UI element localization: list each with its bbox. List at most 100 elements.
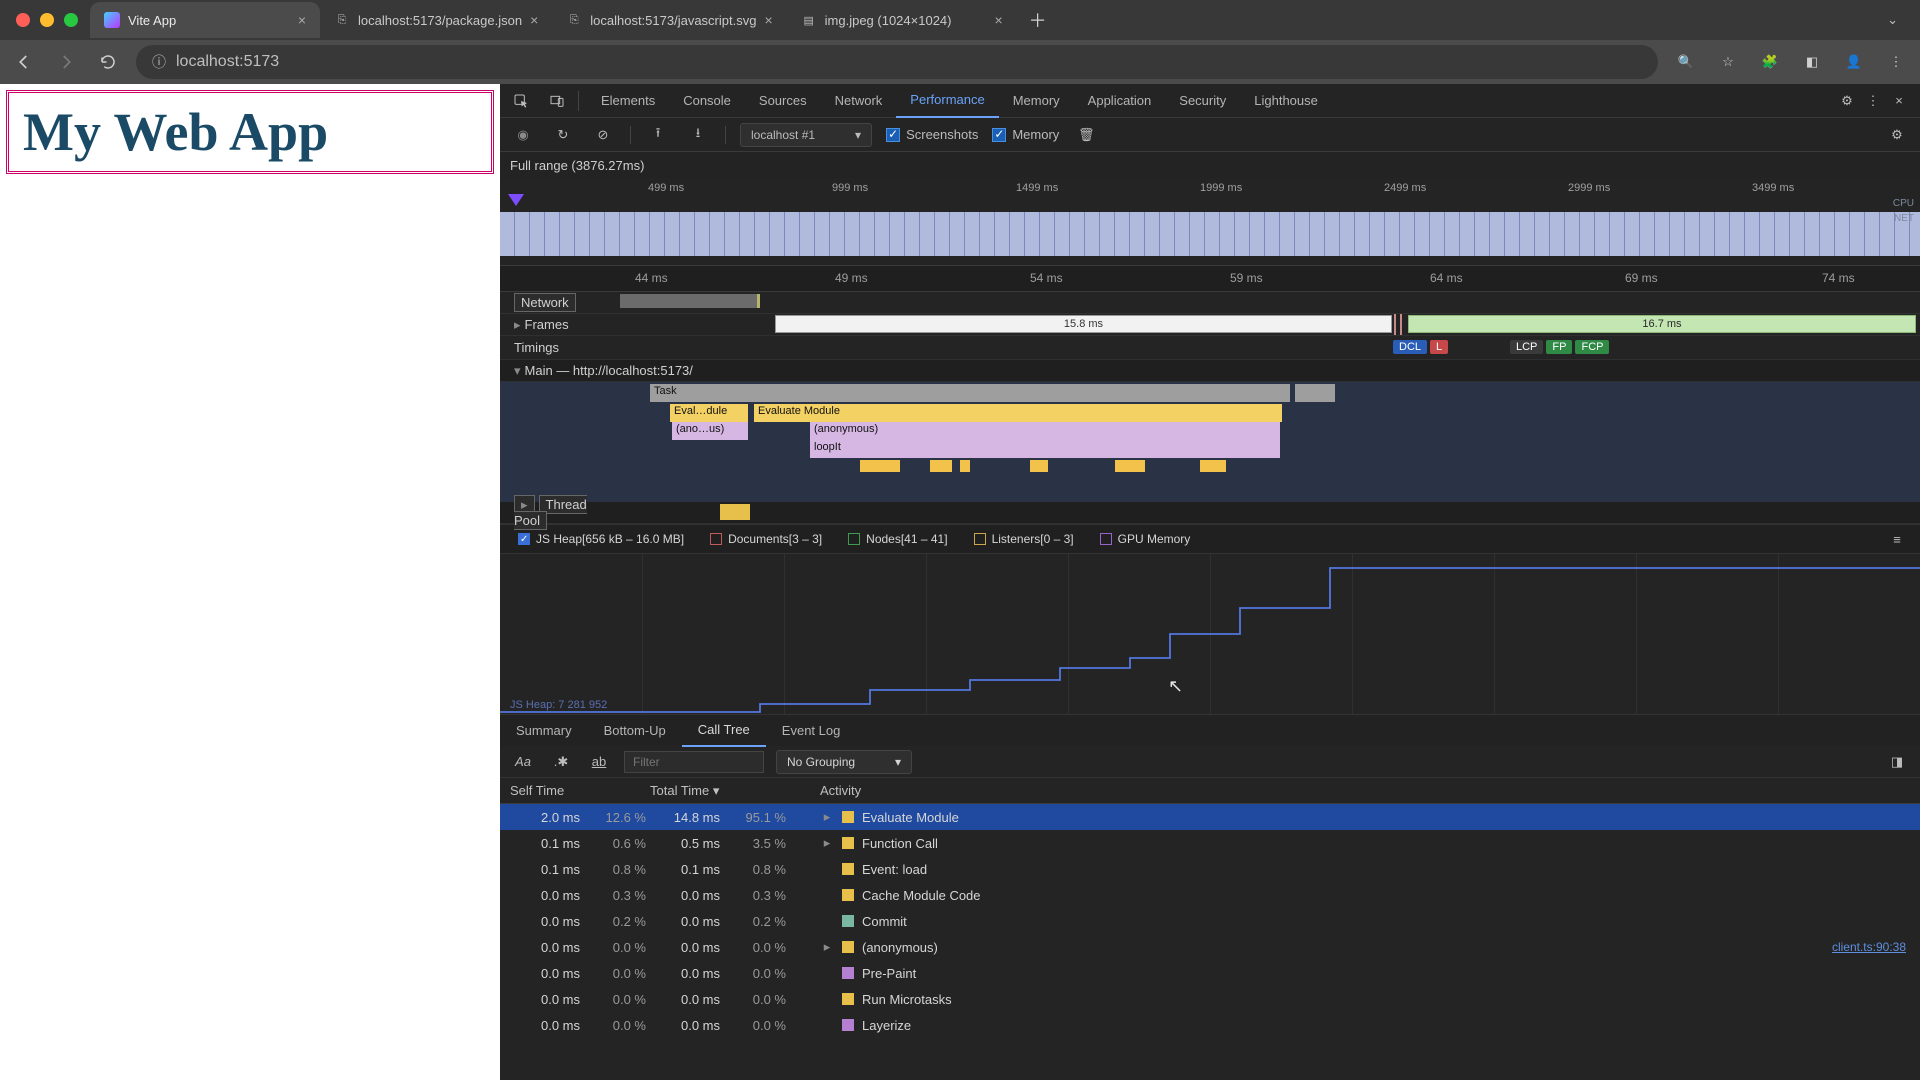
main-thread-header[interactable]: ▾Main — http://localhost:5173/ <box>500 360 1920 382</box>
regex-icon[interactable]: .✱ <box>548 749 574 775</box>
overview-selection-marker[interactable] <box>508 194 524 206</box>
browser-tab[interactable]: ⎘ localhost:5173/package.json × <box>320 2 552 38</box>
devtools-tab-console[interactable]: Console <box>669 84 745 118</box>
perf-settings-icon[interactable]: ⚙ <box>1884 122 1910 148</box>
devtools-tab-application[interactable]: Application <box>1074 84 1166 118</box>
forward-button[interactable] <box>52 48 80 76</box>
timeline-overview[interactable]: 499 ms 999 ms 1499 ms 1999 ms 2499 ms 29… <box>500 178 1920 266</box>
timings-track[interactable]: Timings DCLL LCPFPFCP <box>500 336 1920 360</box>
profile-icon[interactable]: 👤 <box>1840 48 1868 76</box>
expand-arrow-icon[interactable]: ▸ <box>820 835 834 851</box>
timing-badge-l[interactable]: L <box>1430 340 1448 354</box>
maximize-window-button[interactable] <box>64 13 78 27</box>
flame-chart-area[interactable]: Network ▸Frames 15.8 ms 16.7 ms Timings … <box>500 292 1920 524</box>
detail-tab-call-tree[interactable]: Call Tree <box>682 715 766 747</box>
devtools-tab-network[interactable]: Network <box>821 84 897 118</box>
legend-nodes[interactable]: Nodes[41 – 41] <box>840 530 955 548</box>
table-row[interactable]: 0.0 ms0.2 %0.0 ms0.2 %Commit <box>500 908 1920 934</box>
devtools-tab-security[interactable]: Security <box>1165 84 1240 118</box>
legend-gpu[interactable]: GPU Memory <box>1092 530 1199 548</box>
sidepanel-icon[interactable]: ◧ <box>1798 48 1826 76</box>
browser-tab[interactable]: ⎘ localhost:5173/javascript.svg × <box>552 2 786 38</box>
table-row[interactable]: 0.1 ms0.6 %0.5 ms3.5 %▸Function Call <box>500 830 1920 856</box>
expand-arrow-icon[interactable]: ▸ <box>820 939 834 955</box>
table-row[interactable]: 0.0 ms0.0 %0.0 ms0.0 %Run Microtasks <box>500 986 1920 1012</box>
legend-listeners[interactable]: Listeners[0 – 3] <box>966 530 1082 548</box>
network-track[interactable]: Network <box>500 292 1920 314</box>
close-tab-icon[interactable]: × <box>530 12 538 28</box>
frame-block[interactable]: 16.7 ms <box>1408 315 1916 333</box>
zoom-ruler[interactable]: 44 ms 49 ms 54 ms 59 ms 64 ms 69 ms 74 m… <box>500 266 1920 292</box>
record-button[interactable]: ◉ <box>510 122 536 148</box>
flame-evaluate-module[interactable]: Evaluate Module <box>754 404 1282 422</box>
devtools-tab-lighthouse[interactable]: Lighthouse <box>1240 84 1332 118</box>
flame-loopit[interactable]: loopIt <box>810 440 1280 458</box>
source-link[interactable]: client.ts:90:38 <box>1832 940 1906 954</box>
close-tab-icon[interactable]: × <box>994 12 1002 28</box>
flame-small-block[interactable] <box>860 460 900 472</box>
table-row[interactable]: 0.0 ms0.0 %0.0 ms0.0 %Layerize <box>500 1012 1920 1038</box>
close-tab-icon[interactable]: × <box>298 12 306 28</box>
col-self-time[interactable]: Self Time <box>500 783 650 798</box>
table-row[interactable]: 0.0 ms0.3 %0.0 ms0.3 %Cache Module Code <box>500 882 1920 908</box>
devtools-tab-elements[interactable]: Elements <box>587 84 669 118</box>
memory-graph[interactable]: JS Heap: 7 281 952 ↖ <box>500 554 1920 714</box>
close-window-button[interactable] <box>16 13 30 27</box>
flame-evaluate-module[interactable]: Eval…dule <box>670 404 748 422</box>
thread-pool-track[interactable]: ▸Thread Pool <box>500 502 1920 524</box>
devtools-tab-sources[interactable]: Sources <box>745 84 821 118</box>
reload-record-button[interactable]: ↻ <box>550 122 576 148</box>
site-info-icon[interactable]: ⓘ <box>152 52 166 72</box>
back-button[interactable] <box>10 48 38 76</box>
minimize-window-button[interactable] <box>40 13 54 27</box>
tab-overflow-button[interactable]: ⌄ <box>1869 12 1916 28</box>
flame-task[interactable]: Task <box>650 384 1290 402</box>
kebab-menu-icon[interactable]: ⋮ <box>1882 48 1910 76</box>
close-tab-icon[interactable]: × <box>764 12 772 28</box>
detail-tab-bottom-up[interactable]: Bottom-Up <box>588 715 682 747</box>
detail-tab-event-log[interactable]: Event Log <box>766 715 857 747</box>
browser-tab-active[interactable]: Vite App × <box>90 2 320 38</box>
browser-tab[interactable]: ▤ img.jpeg (1024×1024) × <box>787 2 1017 38</box>
table-row[interactable]: 0.0 ms0.0 %0.0 ms0.0 %Pre-Paint <box>500 960 1920 986</box>
timing-badge-dcl[interactable]: DCL <box>1393 340 1427 354</box>
timing-badge-lcp[interactable]: LCP <box>1510 340 1543 354</box>
devtools-tab-memory[interactable]: Memory <box>999 84 1074 118</box>
threadpool-block[interactable] <box>720 504 750 520</box>
grouping-select[interactable]: No Grouping ▾ <box>776 750 912 774</box>
main-flame-chart[interactable]: Task Eval…dule Evaluate Module (ano…us) … <box>500 382 1920 502</box>
timing-badge-fp[interactable]: FP <box>1546 340 1572 354</box>
screenshots-checkbox[interactable]: Screenshots <box>886 127 978 142</box>
flame-anonymous[interactable]: (ano…us) <box>672 422 748 440</box>
legend-menu-icon[interactable]: ≡ <box>1884 526 1910 552</box>
more-icon[interactable]: ⋮ <box>1860 88 1886 114</box>
settings-gear-icon[interactable]: ⚙ <box>1834 88 1860 114</box>
flame-anonymous[interactable]: (anonymous) <box>810 422 1280 440</box>
table-row[interactable]: 0.0 ms0.0 %0.0 ms0.0 %▸(anonymous)client… <box>500 934 1920 960</box>
expand-arrow-icon[interactable]: ▸ <box>820 809 834 825</box>
extensions-icon[interactable]: 🧩 <box>1756 48 1784 76</box>
match-whole-word-icon[interactable]: ab <box>586 749 612 775</box>
table-row[interactable]: 0.1 ms0.8 %0.1 ms0.8 %Event: load <box>500 856 1920 882</box>
legend-documents[interactable]: Documents[3 – 3] <box>702 530 830 548</box>
frames-track[interactable]: ▸Frames 15.8 ms 16.7 ms <box>500 314 1920 336</box>
timing-badge-fcp[interactable]: FCP <box>1575 340 1609 354</box>
legend-js-heap[interactable]: JS Heap[656 kB – 16.0 MB] <box>510 530 692 548</box>
bookmark-icon[interactable]: ☆ <box>1714 48 1742 76</box>
col-total-time[interactable]: Total Time ▾ <box>650 783 808 799</box>
flame-small-block[interactable] <box>1115 460 1145 472</box>
flame-small-block[interactable] <box>930 460 952 472</box>
device-toolbar-icon[interactable] <box>544 88 570 114</box>
close-devtools-icon[interactable]: × <box>1886 88 1912 114</box>
col-activity[interactable]: Activity <box>808 783 1920 798</box>
frame-block[interactable]: 15.8 ms <box>775 315 1392 333</box>
memory-checkbox[interactable]: Memory <box>992 127 1059 142</box>
inspect-element-icon[interactable] <box>508 88 534 114</box>
upload-icon[interactable]: ⭱ <box>645 122 671 148</box>
address-bar[interactable]: ⓘ localhost:5173 <box>136 45 1658 79</box>
network-bar[interactable] <box>620 294 760 308</box>
garbage-collect-icon[interactable]: 🗑 <box>1073 122 1099 148</box>
table-row[interactable]: 2.0 ms12.6 %14.8 ms95.1 %▸Evaluate Modul… <box>500 804 1920 830</box>
flame-small-block[interactable] <box>1200 460 1226 472</box>
detail-tab-summary[interactable]: Summary <box>500 715 588 747</box>
